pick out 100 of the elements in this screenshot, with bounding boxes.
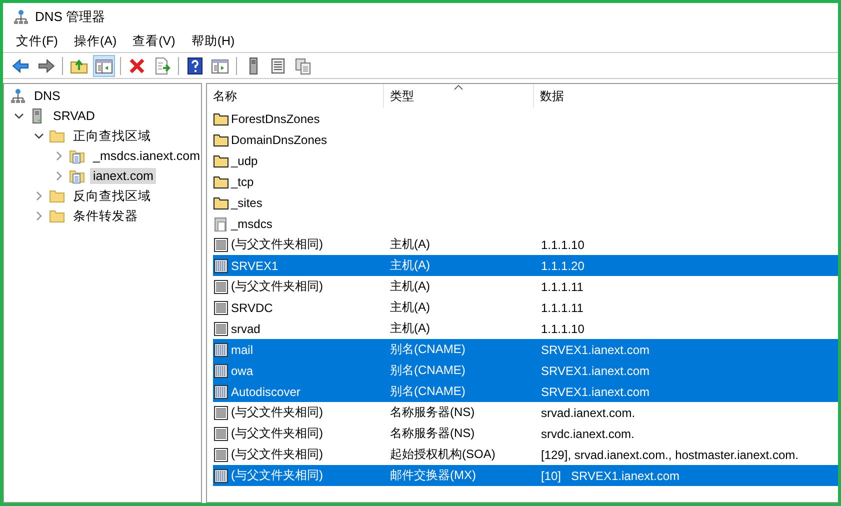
record-name: (与父文件夹相同) [231,467,323,484]
record-row[interactable]: _tcp [213,171,838,192]
record-type: 起始授权机构(SOA) [390,446,496,463]
folder-icon [49,188,65,204]
record-data: 1.1.1.20 [541,258,584,272]
record-type: 主机(A) [390,257,430,274]
tree-item[interactable]: 正向查找区域 [70,126,154,146]
record-row[interactable]: _msdcs [213,213,838,234]
record-icon [213,320,229,336]
record-data: SRVEX1.ianext.com [541,384,650,398]
record-type: 别名(CNAME) [390,341,466,358]
folder-icon [213,174,229,190]
help-icon [186,56,204,74]
pane-button[interactable] [93,54,115,76]
record-icon [213,300,229,316]
record-icon [213,278,229,294]
record-icon [213,384,229,400]
column-label: 名称 [213,88,237,104]
record-row[interactable]: (与父文件夹相同) 名称服务器(NS) srvdc.ianext.com. [213,423,838,444]
dns-icon [13,8,29,24]
record-name: DomainDnsZones [231,132,328,146]
folder-icon [213,110,229,126]
record-row[interactable]: SRVDC 主机(A) 1.1.1.11 [213,297,838,318]
folder-icon [213,194,229,210]
record-data: [10] SRVEX1.ianext.com [541,468,680,482]
record-type: 主机(A) [390,278,430,295]
record-icon [213,404,229,420]
tree-item[interactable]: 反向查找区域 [70,186,154,206]
menu-item[interactable]: 查看(V) [132,32,176,50]
menu-item[interactable]: 操作(A) [74,32,117,50]
record-row[interactable]: (与父文件夹相同) 名称服务器(NS) srvad.ianext.com. [213,402,838,423]
record-name: _tcp [231,174,254,188]
list-icon [269,56,287,74]
record-type: 主机(A) [390,299,430,316]
record-data: 1.1.1.11 [541,280,584,294]
delete-icon [128,56,146,74]
record-name: owa [231,364,254,378]
column-header[interactable]: 名称 [207,84,384,108]
expand-chevron-icon[interactable] [34,191,44,201]
record-name: ForestDnsZones [231,112,320,126]
record-row[interactable]: owa 别名(CNAME) SRVEX1.ianext.com [213,360,838,381]
record-row[interactable]: _sites [213,192,838,213]
column-label: 类型 [390,88,414,104]
record-name: (与父文件夹相同) [231,425,323,442]
folder-icon [213,132,229,148]
pane-icon [95,56,113,74]
record-row[interactable]: DomainDnsZones [213,129,838,150]
menu-item[interactable]: 文件(F) [16,32,58,50]
record-row[interactable]: (与父文件夹相同) 起始授权机构(SOA) [129], srvad.ianext.com., hostmaster.ianext.com. [213,444,838,465]
copy-icon [294,56,312,74]
folder-icon [49,128,65,144]
collapse-chevron-icon[interactable] [34,131,44,141]
record-name: (与父文件夹相同) [231,446,323,463]
record-type: 名称服务器(NS) [390,404,475,421]
record-name: _udp [231,154,258,168]
column-header[interactable]: 类型 [384,84,534,108]
record-row[interactable]: SRVEX1 主机(A) 1.1.1.20 [213,255,838,276]
tree-item[interactable]: ianext.com [90,168,156,184]
forward-icon [37,56,55,74]
tree-item[interactable]: 条件转发器 [70,206,141,226]
back-icon [12,56,30,74]
window-title: DNS 管理器 [35,8,106,26]
record-data: 1.1.1.11 [541,300,584,314]
record-data: srvdc.ianext.com. [541,426,634,440]
dns-icon [10,88,26,104]
record-name: SRVDC [231,300,273,314]
collapse-chevron-icon[interactable] [14,111,24,121]
record-icon [213,426,229,442]
record-type: 主机(A) [390,236,430,253]
column-label: 数据 [540,88,564,104]
export-icon [153,56,171,74]
record-row[interactable]: _udp [213,150,838,171]
record-icon [213,342,229,358]
record-row[interactable]: (与父文件夹相同) 主机(A) 1.1.1.10 [213,234,838,255]
record-type: 别名(CNAME) [390,383,466,400]
record-icon [213,236,229,252]
record-name: SRVEX1 [231,258,278,272]
record-row[interactable]: Autodiscover 别名(CNAME) SRVEX1.ianext.com [213,381,838,402]
panel-icon [211,56,229,74]
expand-chevron-icon[interactable] [54,151,64,161]
record-icon [213,468,229,484]
record-row[interactable]: srvad 主机(A) 1.1.1.10 [213,318,838,339]
menu-item[interactable]: 帮助(H) [191,32,235,50]
record-data: 1.1.1.10 [541,238,584,252]
tree-item[interactable]: SRVAD [50,108,98,124]
record-name: srvad [231,322,260,336]
record-row[interactable]: (与父文件夹相同) 主机(A) 1.1.1.11 [213,276,838,297]
zone-file-icon [213,216,229,232]
expand-chevron-icon[interactable] [34,211,44,221]
record-row[interactable]: mail 别名(CNAME) SRVEX1.ianext.com [213,339,838,360]
record-data: 1.1.1.10 [541,322,584,336]
record-type: 主机(A) [390,320,430,337]
record-row[interactable]: ForestDnsZones [213,108,838,129]
record-name: mail [231,342,254,356]
record-name: _sites [231,196,262,210]
record-row[interactable]: (与父文件夹相同) 邮件交换器(MX) [10] SRVEX1.ianext.com [213,465,838,486]
tree-item[interactable]: DNS [31,88,64,104]
expand-chevron-icon[interactable] [54,171,64,181]
tree-item[interactable]: _msdcs.ianext.com [90,148,203,164]
column-header[interactable]: 数据 [534,84,838,108]
